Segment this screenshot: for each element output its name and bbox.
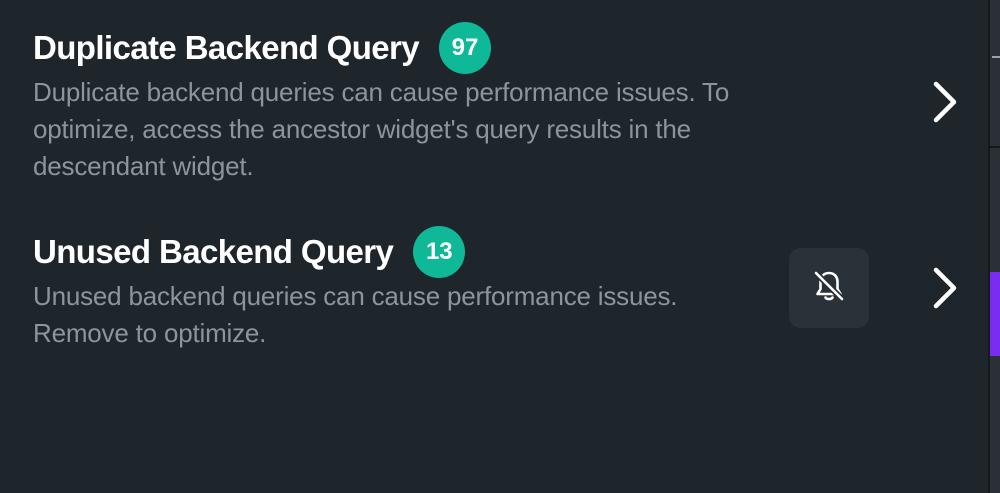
issue-description: Duplicate backend queries can cause perf… <box>33 77 730 181</box>
edge-separator <box>990 146 1000 148</box>
issue-count-badge: 97 <box>439 22 492 74</box>
mute-issue-button[interactable] <box>789 248 869 328</box>
edge-text-fragment <box>992 56 1000 58</box>
accent-strip <box>990 272 1000 356</box>
issue-title: Duplicate Backend Query <box>33 29 420 66</box>
panel-divider <box>988 0 990 493</box>
issue-description: Unused backend queries can cause perform… <box>33 281 678 348</box>
adjacent-panel-edge <box>988 0 1000 493</box>
issue-title: Unused Backend Query <box>33 233 394 270</box>
issue-title-row: Duplicate Backend Query 97 <box>33 22 933 74</box>
chevron-right-icon[interactable] <box>928 264 962 312</box>
issue-count-badge: 13 <box>413 226 466 278</box>
bell-off-icon <box>812 269 846 308</box>
issue-item-duplicate-backend-query[interactable]: Duplicate Backend Query 97 Duplicate bac… <box>33 22 933 185</box>
issues-panel: Duplicate Backend Query 97 Duplicate bac… <box>0 0 988 493</box>
chevron-right-icon[interactable] <box>928 78 962 126</box>
